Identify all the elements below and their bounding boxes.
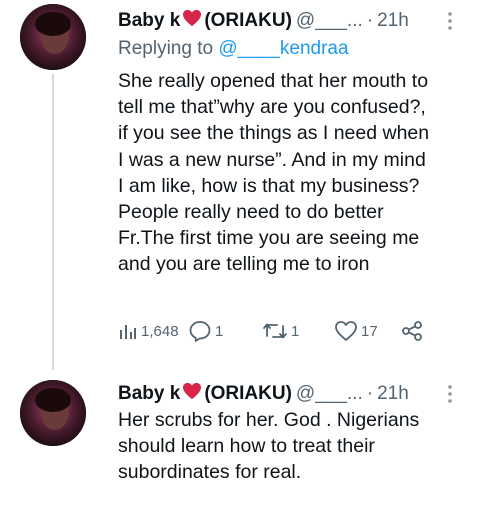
reply-icon [188, 320, 212, 342]
retweet-icon [262, 321, 288, 341]
handle[interactable]: @___... [296, 383, 363, 405]
views-icon [118, 321, 138, 341]
tweet-text-line: should learn how to treat their [118, 435, 375, 458]
heart-icon [182, 9, 202, 33]
tweet-text-line: Her scrubs for her. God . Nigerians [118, 409, 420, 431]
tweet-text-line: tell me that”why are you confused?, [118, 96, 426, 119]
more-icon[interactable] [440, 11, 460, 31]
share-button[interactable] [400, 316, 424, 346]
tweet-text: She really opened that her mouth to tell… [118, 68, 466, 278]
share-icon [400, 320, 424, 342]
tweet-text-line: Fr.The first time you are seeing me [118, 227, 420, 250]
tweet-text-line: She really opened that her mouth to [118, 70, 429, 92]
tweet-text-line: and you are telling me to iron [118, 253, 370, 276]
replying-to: Replying to @____kendraa [118, 38, 349, 59]
avatar[interactable] [20, 4, 86, 70]
timestamp[interactable]: 21h [377, 383, 409, 405]
tweet-header: Baby k (ORIAKU) @___... · 21h [118, 8, 466, 34]
tweet[interactable]: Baby k (ORIAKU) @___... · 21h Her scrubs… [0, 364, 480, 512]
avatar[interactable] [20, 380, 86, 446]
reply-count: 1 [215, 322, 224, 340]
tweet-text: Her scrubs for her. God . Nigerians shou… [118, 407, 466, 486]
tweet-text-line: People really need to do better [118, 201, 384, 224]
tweet-header: Baby k (ORIAKU) @___... · 21h [118, 381, 466, 407]
display-name[interactable]: Baby k (ORIAKU) [118, 382, 292, 406]
more-icon[interactable] [440, 384, 460, 404]
handle[interactable]: @___... [296, 10, 363, 32]
like-button[interactable]: 17 [334, 316, 378, 346]
tweet-text-line: I am like, how is that my business? [118, 174, 420, 197]
action-bar: 1,648 1 1 17 [118, 316, 458, 346]
tweet-text-line: I was a new nurse”. And in my mind [118, 148, 426, 171]
timestamp[interactable]: 21h [377, 10, 409, 32]
heart-icon [182, 382, 202, 406]
reply-mention-link[interactable]: @____kendraa [218, 38, 348, 59]
views-button[interactable]: 1,648 [118, 316, 179, 346]
retweet-button[interactable]: 1 [262, 316, 299, 346]
tweet-text-line: subordinates for real. [118, 461, 302, 484]
separator-dot: · [366, 383, 374, 404]
like-icon [334, 320, 358, 342]
views-count: 1,648 [141, 322, 179, 340]
tweet[interactable]: Baby k (ORIAKU) @___... · 21h Replying t… [0, 0, 480, 370]
retweet-count: 1 [291, 322, 300, 340]
reply-button[interactable]: 1 [188, 316, 223, 346]
separator-dot: · [366, 10, 374, 31]
tweet-text-line: if you see the things as I need when [118, 122, 430, 145]
thread-line [52, 74, 54, 370]
display-name[interactable]: Baby k (ORIAKU) [118, 9, 292, 33]
like-count: 17 [361, 322, 378, 340]
